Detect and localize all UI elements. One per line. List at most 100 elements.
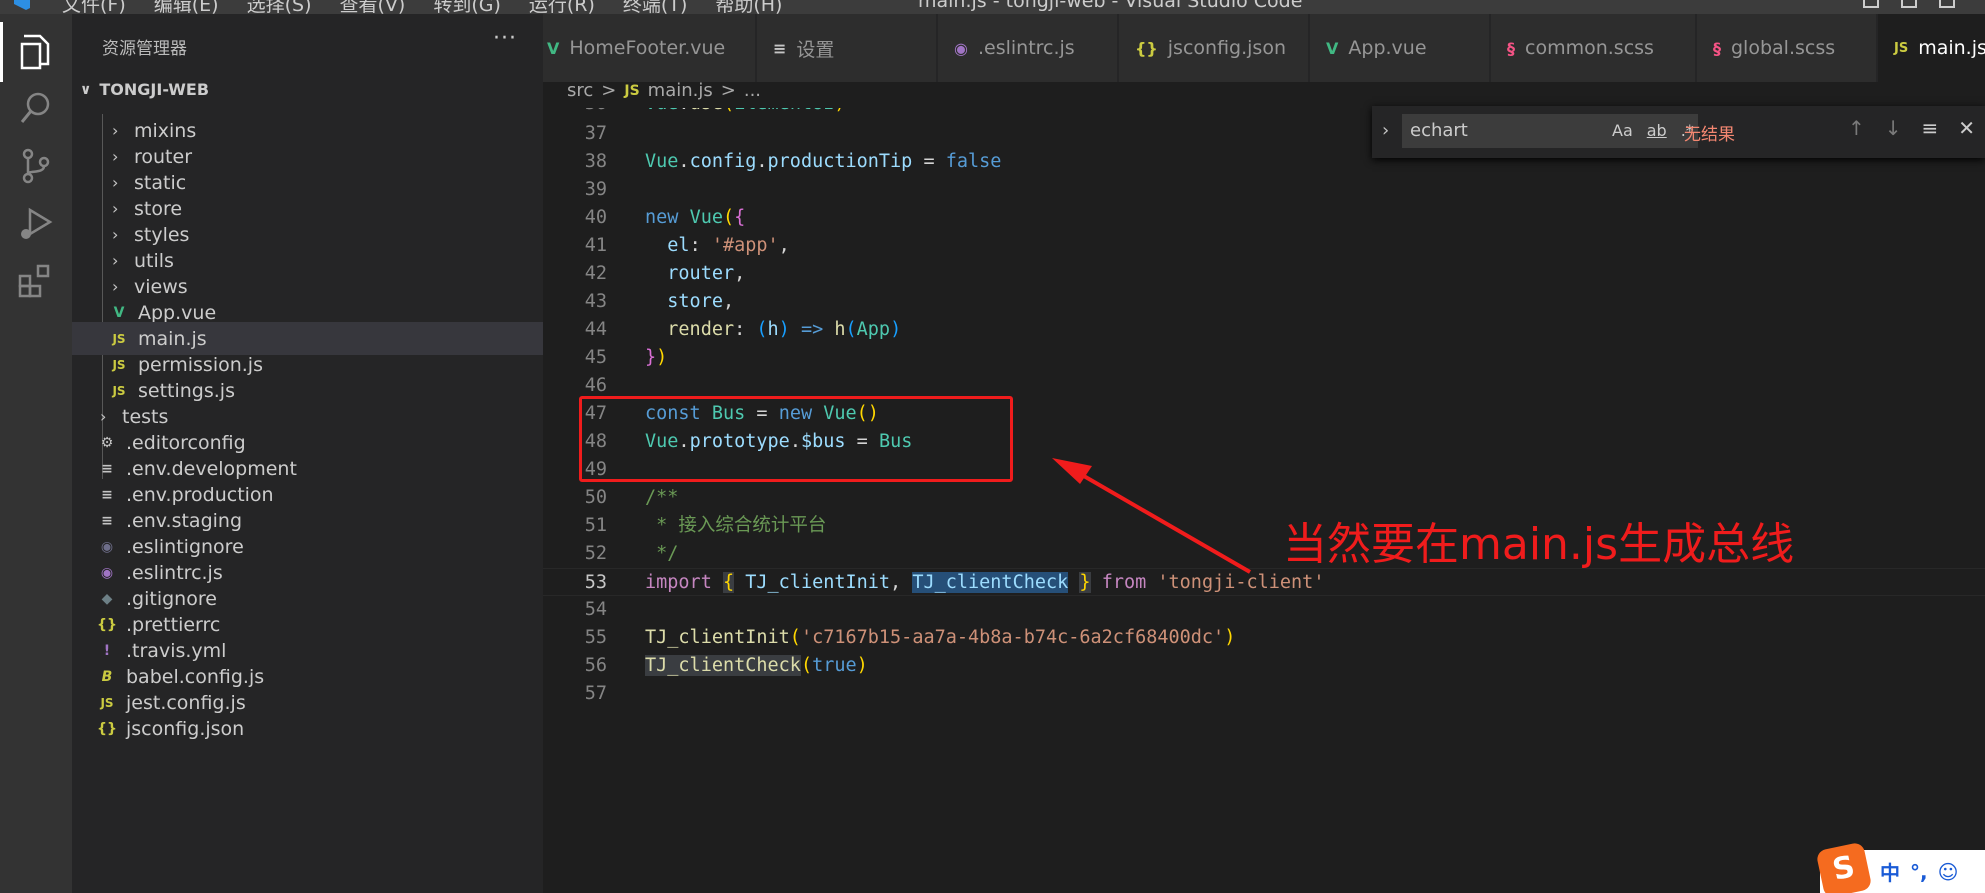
sass-icon: §: [1713, 38, 1721, 58]
code-comment: * 接入综合统计平台: [645, 515, 827, 536]
title-bar: 文件(F) 编辑(E) 选择(S) 查看(V) 转到(G) 运行(R) 终端(T…: [0, 0, 1985, 14]
tab-common-scss[interactable]: § common.scss: [1491, 14, 1696, 82]
breadcrumb-file[interactable]: main.js: [648, 80, 713, 101]
menu-terminal[interactable]: 终端(T): [623, 0, 687, 14]
ime-emoji-icon[interactable]: ☺: [1938, 860, 1959, 884]
code-line: 39: [584, 179, 607, 200]
chevron-right-icon: ›: [112, 225, 119, 244]
eslint-icon: ◉: [100, 538, 114, 555]
menu-edit[interactable]: 编辑(E): [154, 0, 219, 14]
braces-icon: {}: [1135, 38, 1158, 58]
js-file-icon: JS: [100, 695, 114, 710]
explorer-sidebar: 资源管理器 ··· ∨ TONGJI-WEB › mixins › router ›…: [72, 14, 543, 893]
tab-main-js[interactable]: JS main.js: [1878, 14, 1985, 82]
menu-selection[interactable]: 选择(S): [247, 0, 312, 14]
tab-global-scss[interactable]: § global.scss: [1697, 14, 1877, 82]
chevron-right-icon: ›: [112, 251, 119, 270]
customize-layout-icon[interactable]: [1939, 0, 1955, 8]
text-lines-icon: ≡: [101, 460, 113, 477]
chevron-down-icon: ∨: [80, 81, 92, 98]
chevron-right-icon: ›: [100, 407, 107, 426]
braces-icon: {}: [97, 720, 117, 737]
chevron-right-icon: ›: [112, 121, 119, 140]
menu-view[interactable]: 查看(V): [340, 0, 406, 14]
find-input[interactable]: echart Aa ab .*: [1402, 114, 1698, 148]
more-actions-icon[interactable]: ···: [493, 26, 517, 51]
code-line: 40 new Vue({: [584, 207, 746, 228]
chevron-right-icon: ›: [112, 199, 119, 218]
ime-mode[interactable]: 中: [1880, 857, 1900, 886]
travis-icon: !: [103, 642, 111, 659]
js-file-icon: JS: [624, 82, 640, 99]
menu-help[interactable]: 帮助(H): [715, 0, 782, 14]
find-in-selection-icon[interactable]: ≡: [1921, 116, 1938, 140]
search-icon[interactable]: [14, 86, 58, 130]
text-lines-icon: ≡: [101, 486, 113, 503]
breadcrumb-separator: >: [720, 80, 736, 101]
editor-tabs: V HomeFooter.vue ≡ 设置 ◉ .eslintrc.js {} jsco…: [543, 14, 1985, 82]
tab-settings[interactable]: ≡ 设置: [757, 14, 937, 82]
explorer-title: 资源管理器: [102, 39, 187, 59]
client-id-string: 'c7167b15-aa7a-4b8a-b74c-6a2cf68400dc': [800, 627, 1225, 648]
chevron-right-icon: ›: [112, 277, 119, 296]
close-icon[interactable]: ✕: [1958, 116, 1975, 140]
tab-eslintrc-js[interactable]: ◉ .eslintrc.js: [938, 14, 1118, 82]
match-whole-word-icon[interactable]: ab: [1647, 114, 1667, 148]
layout-buttons: [1863, 0, 1955, 8]
annotation-text: 当然要在main.js生成总线: [1283, 519, 1795, 570]
vue-file-icon: V: [113, 304, 125, 321]
menu-file[interactable]: 文件(F): [62, 0, 126, 14]
workspace-name: TONGJI-WEB: [99, 80, 210, 99]
vue-file-icon: V: [547, 38, 560, 58]
code-line-current: 53 import { TJ_clientInit, TJ_clientCheck…: [543, 568, 1985, 596]
chevron-right-icon: ›: [112, 147, 119, 166]
code-line: 45}): [584, 347, 668, 368]
find-widget: › echart Aa ab .* 无结果 ↑ ↓ ≡ ✕: [1372, 106, 1985, 158]
find-nav: ↑ ↓ ≡ ✕: [1848, 116, 1975, 140]
toggle-panel-icon[interactable]: [1863, 0, 1879, 8]
ime-status-bar[interactable]: S 中 °, ☺: [1815, 841, 1985, 893]
code-line: 43 store,: [584, 291, 735, 312]
breadcrumb-symbols[interactable]: ...: [744, 80, 761, 101]
sogou-logo-icon: S: [1815, 841, 1873, 893]
match-case-icon[interactable]: Aa: [1612, 114, 1633, 148]
tree-file-jsconfig-json[interactable]: {} jsconfig.json: [72, 712, 543, 745]
code-editor[interactable]: 36Vue.use(ElementUI) 37 38Vue.config.pro…: [543, 108, 1985, 893]
find-result-count: 无结果: [1684, 125, 1735, 145]
explorer-icon[interactable]: [0, 22, 58, 82]
activity-bar: [0, 14, 72, 893]
git-icon: ◆: [101, 590, 113, 607]
run-debug-icon[interactable]: [14, 202, 58, 246]
source-control-icon[interactable]: [14, 144, 58, 188]
tab-homefooter-vue[interactable]: V HomeFooter.vue: [543, 14, 756, 82]
menu-bar: 文件(F) 编辑(E) 选择(S) 查看(V) 转到(G) 运行(R) 终端(T…: [62, 0, 782, 14]
js-file-icon: JS: [112, 331, 126, 346]
braces-icon: {}: [97, 616, 117, 633]
babel-icon: B: [101, 668, 113, 685]
workspace-section[interactable]: ∨ TONGJI-WEB: [80, 80, 209, 99]
code-line: 54: [584, 599, 607, 620]
tab-app-vue[interactable]: V App.vue: [1310, 14, 1490, 82]
js-file-icon: JS: [1894, 40, 1909, 56]
code-line: 41 el: '#app',: [584, 235, 790, 256]
next-match-icon[interactable]: ↓: [1885, 116, 1902, 140]
ime-punctuation[interactable]: °,: [1910, 860, 1928, 884]
find-options: Aa ab .*: [1612, 114, 1694, 148]
toggle-sidebar-icon[interactable]: [1901, 0, 1917, 8]
tab-jsconfig-json[interactable]: {} jsconfig.json: [1119, 14, 1309, 82]
toggle-replace-icon[interactable]: ›: [1382, 120, 1389, 141]
breadcrumb: src > JS main.js > ...: [567, 80, 761, 101]
js-file-icon: JS: [112, 357, 126, 372]
vue-file-icon: V: [1326, 38, 1339, 58]
gear-icon: ⚙: [100, 434, 114, 451]
vscode-logo-icon: [14, 0, 30, 10]
previous-match-icon[interactable]: ↑: [1848, 116, 1865, 140]
menu-go[interactable]: 转到(G): [433, 0, 501, 14]
code-line: 56 TJ_clientCheck(true): [584, 655, 868, 676]
code-line: 55 TJ_clientInit('c7167b15-aa7a-4b8a-b74c…: [584, 627, 1236, 648]
menu-run[interactable]: 运行(R): [529, 0, 595, 14]
extensions-icon[interactable]: [14, 258, 58, 302]
breadcrumb-src[interactable]: src: [567, 80, 593, 101]
js-file-icon: JS: [112, 383, 126, 398]
window-title: main.js - tongji-web - Visual Studio Cod…: [918, 0, 1303, 12]
